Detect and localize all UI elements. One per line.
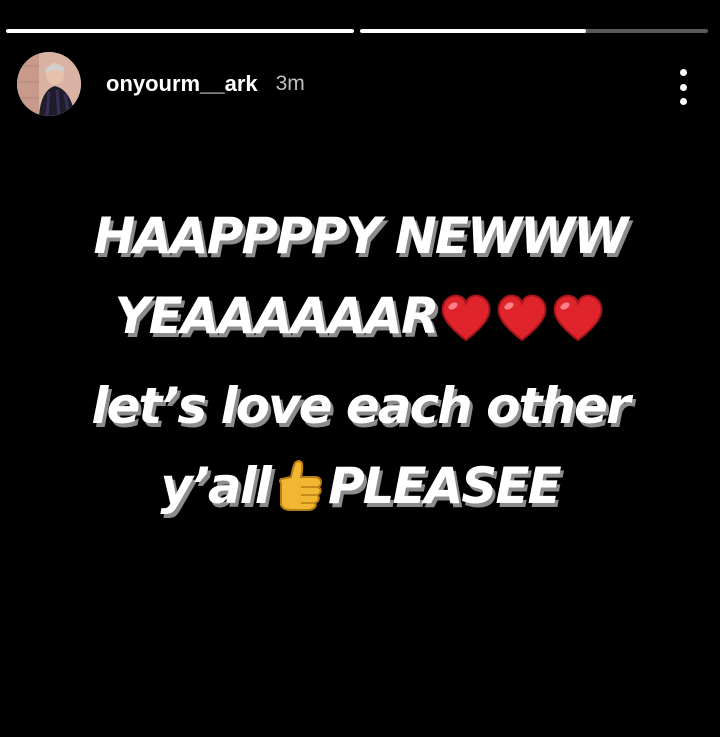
story-progress-bar — [6, 29, 708, 33]
progress-fill-2 — [360, 29, 587, 33]
timestamp: 3m — [275, 72, 305, 95]
story-text-line-3: let’s love each other — [91, 377, 630, 435]
thumbs-up-icon — [271, 456, 327, 536]
progress-fill-1 — [6, 29, 354, 33]
avatar-photo — [17, 52, 81, 116]
story-text-line-4: y’all PLEASEE — [0, 446, 720, 536]
avatar[interactable] — [17, 52, 81, 116]
more-dot-icon — [679, 69, 687, 76]
progress-segment-2 — [360, 29, 708, 33]
story-text-word: y’all — [160, 457, 272, 515]
more-dot-icon — [679, 83, 687, 91]
more-dot-icon — [679, 98, 687, 105]
story-header: onyourm__ark 3m — [17, 52, 690, 116]
story-text-line-1: HAAPPPPY NEWWW — [93, 207, 629, 265]
red-heart-icon — [439, 286, 493, 366]
story-text-word: YEAAAAAAR — [114, 287, 439, 345]
red-heart-icon — [551, 286, 605, 366]
red-heart-icon — [495, 286, 549, 366]
story-text-line-2: YEAAAAAAR — [0, 276, 720, 366]
more-options-button[interactable] — [676, 69, 690, 105]
username[interactable]: onyourm__ark — [106, 71, 258, 97]
progress-segment-1 — [6, 29, 354, 33]
story-text-overlay: HAAPPPPY NEWWW YEAAAAAAR let’s love each… — [0, 196, 720, 536]
story-text-word: PLEASEE — [327, 457, 562, 515]
